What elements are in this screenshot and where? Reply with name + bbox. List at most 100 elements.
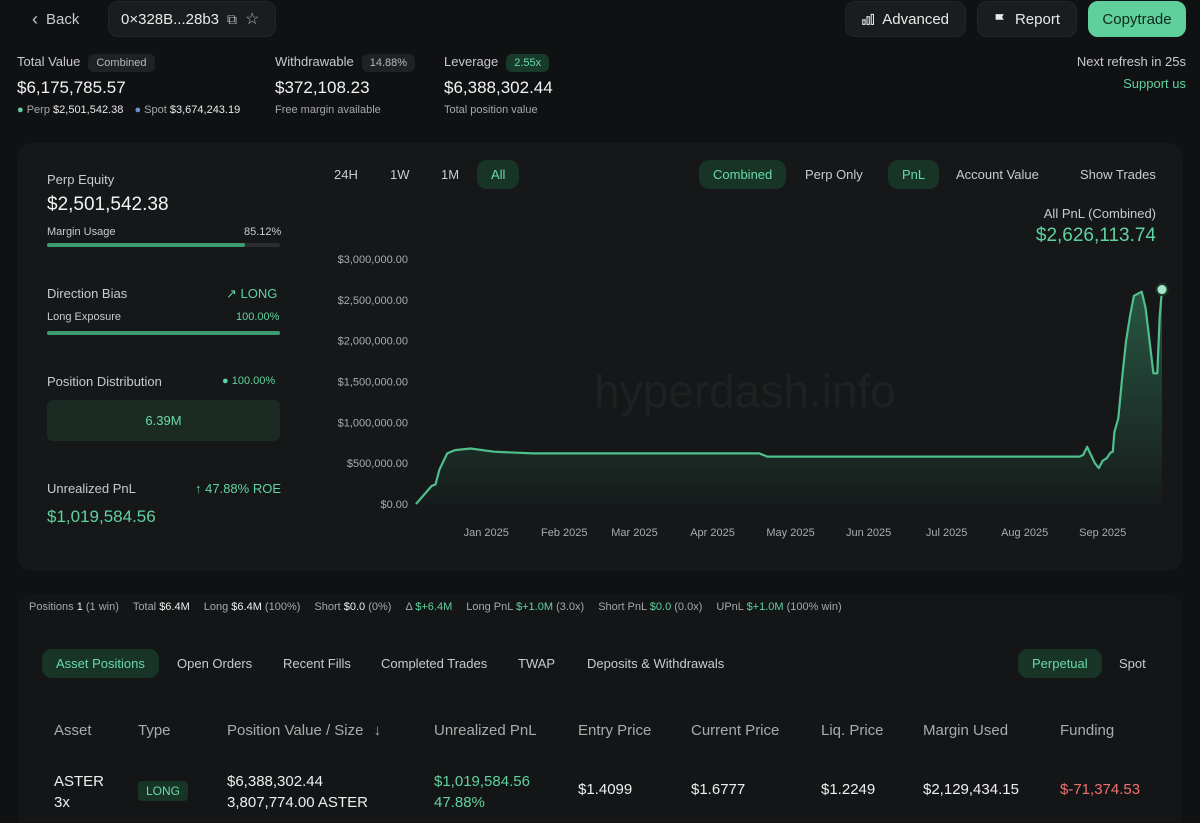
star-icon[interactable]: ☆ [245, 9, 259, 29]
range-all[interactable]: All [477, 160, 520, 189]
withdrawable-value: $372,108.23 [275, 78, 370, 97]
range-1m[interactable]: 1M [427, 160, 473, 189]
withdrawable-sub: Free margin available [275, 104, 381, 116]
stat-extra: (100%) [261, 601, 301, 613]
pnl-chart[interactable]: hyperdash.info $3,000,000.00 $2,500,000.0… [300, 245, 1180, 545]
tab-open-orders[interactable]: Open Orders [163, 649, 266, 678]
stat-value: $+1.0M [516, 601, 554, 613]
spot-dot-icon: ● [134, 104, 142, 116]
y-tick-label: $2,000,000.00 [338, 336, 408, 348]
range-1w[interactable]: 1W [376, 160, 424, 189]
mode-perp-only[interactable]: Perp Only [791, 160, 877, 189]
col-position-value[interactable]: Position Value / Size ↓ [227, 722, 381, 739]
row-upnl: $1,019,584.56 [434, 773, 530, 790]
x-tick-label: May 2025 [766, 527, 814, 539]
stat-label: Short PnL [598, 601, 650, 613]
stat-item: Long PnL $+1.0M (3.0x) [466, 601, 584, 613]
chevron-left-icon: ‹ [32, 8, 38, 29]
green-dot-icon: ● [222, 375, 229, 387]
copy-icon[interactable]: ⧉ [227, 11, 237, 28]
refresh-text: Next refresh in 25s [1076, 54, 1186, 69]
stat-label: Long PnL [466, 601, 517, 613]
tab-deposits-withdrawals[interactable]: Deposits & Withdrawals [573, 649, 738, 678]
pnl-end-point [1155, 283, 1169, 297]
report-button[interactable]: Report [977, 1, 1077, 37]
col-unrealized-pnl[interactable]: Unrealized PnL [434, 722, 537, 739]
stat-item: Positions 1 (1 win) [29, 601, 119, 613]
tab-completed-trades[interactable]: Completed Trades [367, 649, 501, 678]
withdrawable-badge: 14.88% [361, 54, 416, 72]
long-exposure-bar [47, 331, 280, 335]
copytrade-button[interactable]: Copytrade [1088, 1, 1186, 37]
arrow-up-icon: ↑ [195, 481, 202, 496]
position-dist-value: 100.00% [231, 375, 276, 387]
x-tick-label: Jul 2025 [926, 527, 968, 539]
stat-item: Short $0.0 (0%) [314, 601, 391, 613]
advanced-button[interactable]: Advanced [845, 1, 966, 37]
stat-extra: (3.0x) [553, 601, 585, 613]
metric-pnl[interactable]: PnL [888, 160, 940, 189]
upnl-roe: 47.88% ROE [205, 481, 281, 496]
leverage-sub: Total position value [444, 104, 538, 116]
stat-item: Short PnL $0.0 (0.0x) [598, 601, 702, 613]
tab-spot[interactable]: Spot [1105, 649, 1160, 678]
tab-perpetual[interactable]: Perpetual [1018, 649, 1102, 678]
pnl-value: $2,626,113.74 [1035, 225, 1156, 246]
stat-label: Positions [29, 601, 77, 613]
row-position-value: $6,388,302.44 [227, 773, 323, 790]
col-margin-used[interactable]: Margin Used [923, 722, 1008, 739]
upnl-label: Unrealized PnL [47, 481, 136, 496]
total-value-block: Total Value Combined $6,175,785.57 ● Perp… [17, 54, 240, 116]
address-box: 0×328B...28b3 ⧉ ☆ [108, 1, 276, 37]
position-dist-label: Position Distribution [47, 374, 162, 389]
show-trades-toggle[interactable]: Show Trades [1066, 160, 1170, 189]
col-funding[interactable]: Funding [1060, 722, 1114, 739]
leverage-value: $6,388,302.44 [444, 78, 553, 97]
col-current-price[interactable]: Current Price [691, 722, 779, 739]
trending-up-icon: ↗ [226, 286, 237, 301]
stat-label: Δ [405, 601, 416, 613]
bar-chart-icon [862, 13, 875, 25]
stat-extra: (0%) [365, 601, 392, 613]
stat-value: $+1.0M [746, 601, 784, 613]
mode-combined[interactable]: Combined [699, 160, 787, 189]
chart-watermark: hyperdash.info [594, 365, 896, 417]
row-current-price: $1.6777 [691, 781, 746, 798]
x-tick-label: Jun 2025 [846, 527, 891, 539]
row-margin-used: $2,129,434.15 [923, 781, 1019, 798]
col-type[interactable]: Type [138, 722, 171, 739]
stat-extra: (100% win) [783, 601, 842, 613]
y-tick-label: $1,000,000.00 [338, 417, 408, 429]
col-asset[interactable]: Asset [54, 722, 92, 739]
long-exposure-value: 100.00% [236, 311, 280, 323]
perp-equity-label: Perp Equity [47, 172, 115, 187]
combined-badge: Combined [88, 54, 155, 72]
range-24h[interactable]: 24H [320, 160, 372, 189]
tab-asset-positions[interactable]: Asset Positions [42, 649, 159, 678]
margin-usage-bar [47, 243, 280, 247]
metric-account-value[interactable]: Account Value [942, 160, 1053, 189]
col-position-value-label: Position Value / Size [227, 722, 364, 739]
upnl-value: $1,019,584.56 [47, 507, 156, 526]
wallet-address: 0×328B...28b3 [121, 10, 220, 28]
tab-twap[interactable]: TWAP [504, 649, 569, 678]
tab-recent-fills[interactable]: Recent Fills [269, 649, 365, 678]
stat-item: Long $6.4M (100%) [204, 601, 301, 613]
col-entry-price[interactable]: Entry Price [578, 722, 651, 739]
back-button[interactable]: ‹ Back [18, 1, 98, 37]
direction-bias-label: Direction Bias [47, 286, 128, 301]
row-asset[interactable]: ASTER [54, 773, 104, 790]
stat-value: $0.0 [649, 601, 672, 613]
stat-label: Short [314, 601, 344, 613]
spot-label: Spot [144, 104, 167, 116]
x-tick-label: Mar 2025 [611, 527, 657, 539]
x-tick-label: Apr 2025 [690, 527, 735, 539]
position-dist-box: 6.39M [47, 400, 280, 441]
stat-item: UPnL $+1.0M (100% win) [716, 601, 841, 613]
col-liq-price[interactable]: Liq. Price [821, 722, 884, 739]
margin-usage-label: Margin Usage [47, 226, 116, 238]
x-tick-label: Jan 2025 [464, 527, 509, 539]
direction-bias-value: LONG [240, 286, 278, 301]
support-link[interactable]: Support us [1123, 76, 1186, 91]
back-label: Back [46, 10, 80, 28]
